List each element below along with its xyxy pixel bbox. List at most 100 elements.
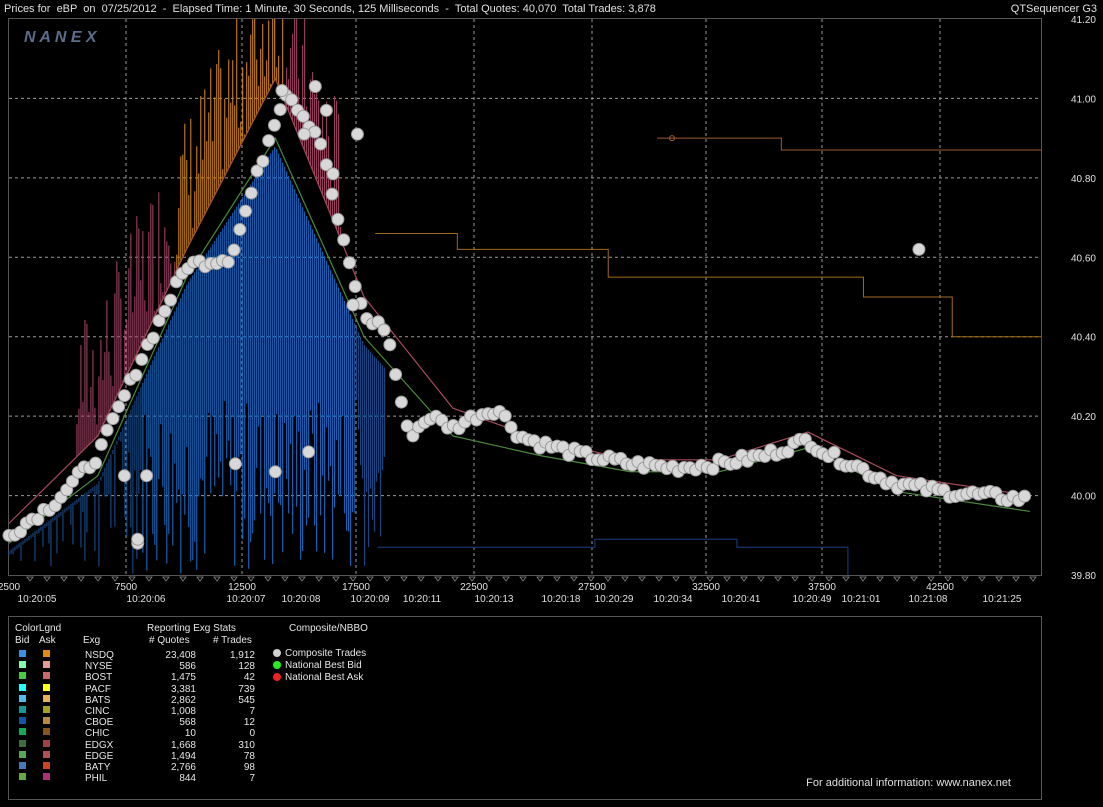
quotes-header: # Quotes [149, 635, 190, 646]
composite-legend-label: National Best Ask [285, 672, 364, 683]
trade-tick-marker [672, 576, 680, 582]
composite-trade-dot [117, 389, 131, 403]
ask-swatch [43, 650, 50, 657]
info-link[interactable]: For additional information: www.nanex.ne… [806, 777, 1011, 789]
trade-tick-marker [689, 576, 697, 582]
trade-tick-marker [383, 576, 391, 582]
bid-swatch [19, 773, 26, 781]
bid-swatch [19, 762, 26, 769]
outlier-trade-dot [326, 167, 340, 181]
ask-swatch [43, 672, 50, 680]
price-chart: 41.20 41.00 40.80 40.60 40.40 40.20 40.00 39.80… [0, 15, 1096, 605]
composite-trade-dot [827, 445, 841, 459]
trade-tick-marker [332, 576, 340, 582]
trade-tick-marker [111, 576, 119, 582]
trade-tick-marker [264, 576, 272, 582]
trade-tick-marker [162, 576, 170, 582]
y-tick-label: 41.00 [1071, 94, 1096, 105]
x-time-label: 10:20:29 [595, 594, 634, 605]
outlier-trade-dot [131, 532, 145, 546]
trade-tick-marker [145, 576, 153, 582]
composite-trade-dot [498, 409, 512, 423]
x-seq-tick-label: 2500 [0, 582, 21, 593]
legend-row-pacf: PACF 3,381 739 [9, 683, 269, 695]
exg-name: BATY [85, 762, 111, 773]
x-seq-tick-label: 17500 [342, 582, 370, 593]
composite-legend-item: Composite Trades [273, 648, 367, 659]
composite-trade-dot [337, 233, 351, 247]
composite-trade-dot [227, 243, 241, 257]
quote-count: 10 [184, 728, 196, 740]
ask-swatch [43, 728, 50, 736]
trade-count: 7 [249, 773, 255, 785]
composite-trade-dot [89, 456, 103, 470]
exg-name: BOST [85, 672, 113, 684]
x-seq-tick-label: 37500 [808, 582, 836, 593]
x-time-label: 10:20:08 [282, 594, 321, 605]
series-line-national-best-ask [8, 77, 1030, 524]
composite-trade-dot [314, 137, 328, 151]
legend-bid-header: Bid [15, 635, 30, 646]
composite-trade-dot [383, 338, 397, 352]
exchange-ask-line [375, 232, 1041, 338]
trade-count: 42 [243, 672, 255, 684]
x-seq-tick-label: 7500 [115, 582, 138, 593]
trade-tick-marker [485, 576, 493, 582]
legend-row-cboe: CBOE 568 12 [9, 717, 269, 728]
trade-tick-marker [468, 576, 476, 582]
outlier-trade-dot [346, 298, 360, 312]
trade-tick-marker [910, 576, 918, 582]
trade-count: 78 [243, 750, 255, 762]
x-time-label: 10:20:13 [475, 594, 514, 605]
trade-tick-marker [60, 576, 68, 582]
composite-trade-dot [164, 293, 178, 307]
y-tick-label: 40.20 [1071, 412, 1096, 423]
composite-trade-dot [348, 280, 362, 294]
trade-tick-marker [536, 576, 544, 582]
outlier-trade-dot [140, 469, 154, 483]
quote-count: 3,381 [170, 683, 196, 695]
trade-tick-marker [128, 576, 136, 582]
composite-trade-dot [331, 212, 345, 226]
composite-legend-label: National Best Bid [285, 660, 362, 671]
outlier-trade-dot [117, 469, 131, 483]
composite-trade-dot [1018, 489, 1032, 503]
composite-trade-dot [100, 423, 114, 437]
trade-tick-marker [621, 576, 629, 582]
exg-name: EDGX [85, 739, 114, 751]
exg-name: NSDQ [85, 650, 114, 661]
trade-tick-marker [978, 576, 986, 582]
trade-tick-marker [94, 576, 102, 582]
bid-swatch [19, 750, 26, 758]
nanex-watermark: N A N E X [24, 29, 98, 46]
trade-tick-marker [502, 576, 510, 582]
trade-tick-marker [400, 576, 408, 582]
x-time-label: 10:20:09 [351, 594, 390, 605]
composite-trade-dot [112, 400, 126, 414]
composite-trade-dot [239, 204, 253, 218]
ask-swatch [43, 717, 50, 725]
trade-tick-marker [349, 576, 357, 582]
x-time-label: 10:20:41 [722, 594, 761, 605]
legend-color-header: ColorLgnd [15, 623, 62, 634]
composite-trade-dot [221, 255, 235, 269]
trade-tick-marker [570, 576, 578, 582]
exg-name: CINC [85, 706, 110, 717]
trade-tick-marker [961, 576, 969, 582]
composite-legend-dot [273, 661, 281, 669]
composite-trade-dot [262, 134, 276, 148]
x-time-label: 10:20:06 [127, 594, 166, 605]
quote-count: 2,766 [170, 762, 196, 773]
composite-legend-label: Composite Trades [285, 648, 367, 659]
x-seq-tick-label: 22500 [460, 582, 488, 593]
y-tick-label: 41.20 [1071, 15, 1096, 26]
x-time-label: 10:20:05 [18, 594, 57, 605]
trade-tick-marker [774, 576, 782, 582]
trade-tick-marker [587, 576, 595, 582]
ask-swatch [43, 762, 50, 769]
ask-swatch [43, 683, 50, 691]
x-seq-tick-label: 12500 [228, 582, 256, 593]
legend-exg-header: Exg [83, 635, 101, 646]
trade-tick-marker [366, 576, 374, 582]
trade-count: 7 [249, 706, 255, 717]
